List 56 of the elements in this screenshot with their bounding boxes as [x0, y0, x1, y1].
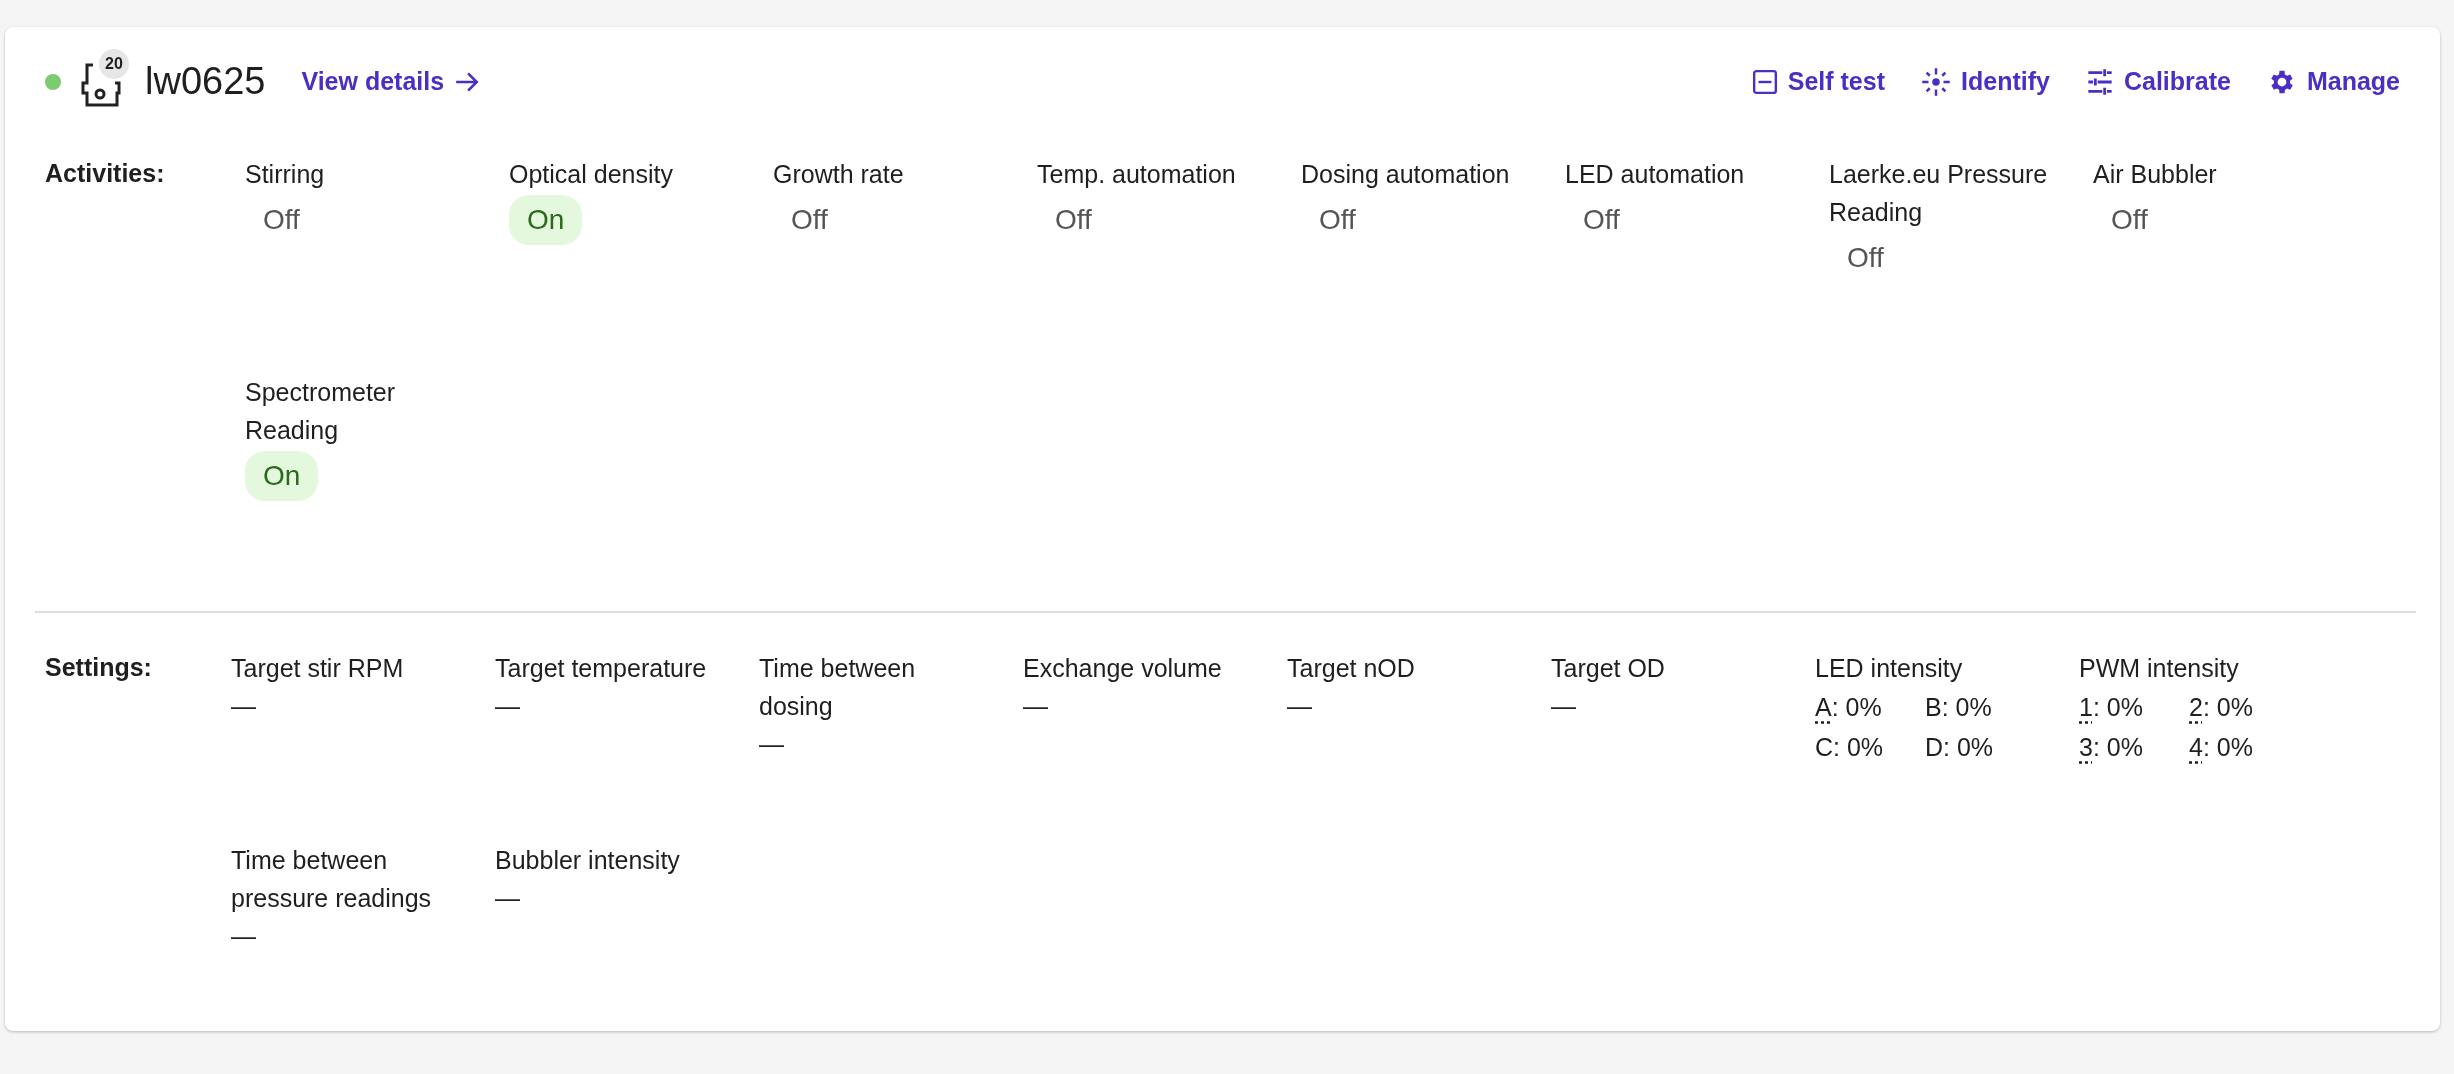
activity-name: Spectrometer Reading: [245, 377, 397, 446]
setting-name: Target nOD: [1287, 653, 1416, 684]
channel-value: 3: 0%: [2079, 732, 2144, 763]
activity-name: Laerke.eu Pressure Reading: [1829, 159, 2049, 228]
setting-name: Target temperature: [495, 653, 708, 684]
sliders-icon: [2085, 68, 2114, 96]
setting-value: —: [231, 691, 257, 722]
activity-name: Temp. automation: [1037, 159, 1237, 190]
activity-name: Stirring: [245, 159, 326, 190]
setting-name: Target OD: [1551, 653, 1666, 684]
setting-name: Target stir RPM: [231, 653, 405, 684]
setting-value: —: [1023, 691, 1049, 722]
calibrate-button[interactable]: Calibrate: [2079, 59, 2237, 105]
activity-name: LED automation: [1565, 159, 1746, 190]
square-minus-icon: [1751, 69, 1778, 95]
channel-value: B: 0%: [1925, 692, 1993, 723]
status-pill: On: [245, 451, 319, 501]
count-badge: 20: [99, 49, 129, 79]
channel-value: 1: 0%: [2079, 692, 2144, 723]
section-label: Settings:: [45, 652, 153, 683]
setting-name: LED intensity: [1815, 653, 1964, 684]
setting-value: —: [1287, 691, 1313, 722]
setting-name: Time between dosing: [759, 653, 917, 722]
setting-value: —: [231, 921, 257, 952]
identify-button[interactable]: Identify: [1915, 59, 2056, 105]
status-text: Off: [262, 203, 301, 237]
setting-value: —: [495, 691, 521, 722]
setting-value: —: [759, 729, 785, 760]
activity-name: Growth rate: [773, 159, 905, 190]
channel-value: D: 0%: [1925, 732, 1995, 763]
status-text: Off: [1846, 241, 1885, 275]
status-text: Off: [2110, 203, 2149, 237]
selftest-button[interactable]: Self test: [1745, 59, 1891, 105]
activity-name: Optical density: [509, 159, 674, 190]
status-text: Off: [790, 203, 829, 237]
channel-value: C: 0%: [1815, 732, 1885, 763]
setting-name: PWM intensity: [2079, 653, 2240, 684]
status-text: Off: [1318, 203, 1357, 237]
setting-value: —: [1551, 691, 1577, 722]
channel-value: 2: 0%: [2189, 692, 2254, 723]
setting-value: —: [495, 883, 521, 914]
manage-button[interactable]: Manage: [2260, 59, 2406, 105]
unit-name: lw0625: [145, 59, 266, 105]
view-details-link[interactable]: View details: [295, 59, 487, 105]
channel-value: 4: 0%: [2189, 732, 2254, 763]
setting-name: Exchange volume: [1023, 653, 1223, 684]
activity-name: Dosing automation: [1301, 159, 1511, 190]
section-label: Activities:: [45, 158, 166, 189]
status-text: Off: [1054, 203, 1093, 237]
activity-name: Air Bubbler: [2093, 159, 2218, 190]
channel-value: A: 0%: [1815, 692, 1883, 723]
status-text: Off: [1582, 203, 1621, 237]
setting-name: Time between pressure readings: [231, 845, 433, 914]
sparkle-icon: [1921, 67, 1951, 97]
status-pill: On: [509, 195, 583, 245]
setting-name: Bubbler intensity: [495, 845, 681, 876]
